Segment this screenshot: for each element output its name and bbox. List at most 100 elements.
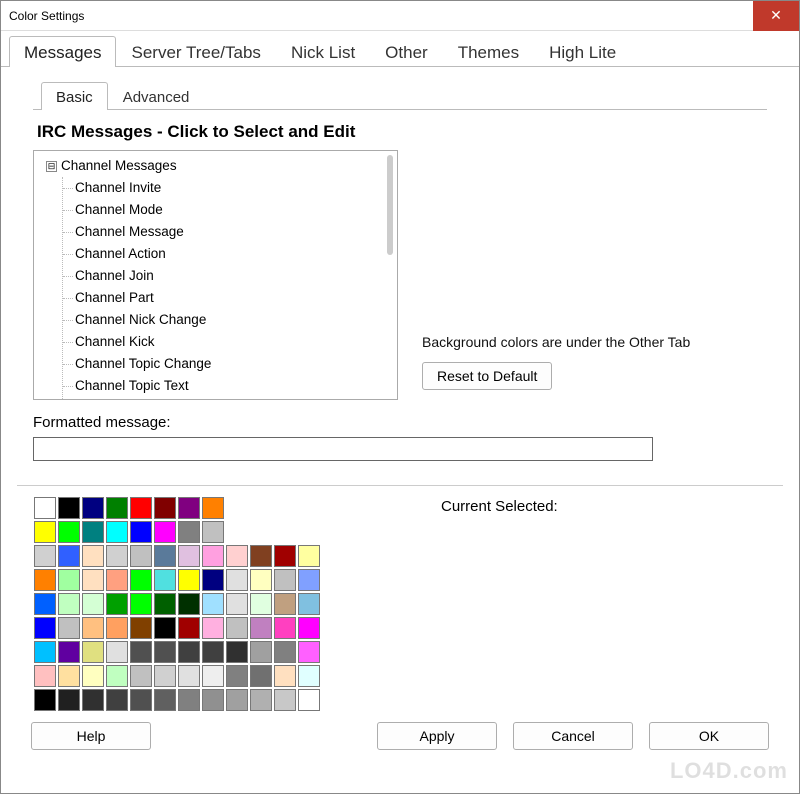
color-swatch[interactable] [34,593,56,615]
color-swatch[interactable] [154,593,176,615]
color-swatch[interactable] [82,665,104,687]
color-swatch[interactable] [82,497,104,519]
color-swatch[interactable] [202,665,224,687]
color-swatch[interactable] [106,521,128,543]
tree-item[interactable]: Channel Kick [75,331,391,353]
tab-messages[interactable]: Messages [9,36,116,67]
color-swatch[interactable] [130,497,152,519]
ok-button[interactable]: OK [649,722,769,750]
tree-item[interactable]: Channel Join [75,265,391,287]
color-swatch[interactable] [58,569,80,591]
tree-item[interactable]: Channel Topic Text [75,375,391,397]
color-swatch[interactable] [274,641,296,663]
color-swatch[interactable] [250,641,272,663]
color-swatch[interactable] [178,521,200,543]
color-swatch[interactable] [250,689,272,711]
color-swatch[interactable] [34,665,56,687]
color-swatch[interactable] [58,617,80,639]
color-swatch[interactable] [298,569,320,591]
color-swatch[interactable] [226,593,248,615]
subtab-advanced[interactable]: Advanced [108,82,205,110]
tree-item[interactable]: Channel Invite [75,177,391,199]
color-swatch[interactable] [106,665,128,687]
color-swatch[interactable] [298,665,320,687]
color-swatch[interactable] [34,617,56,639]
color-swatch[interactable] [154,665,176,687]
color-swatch[interactable] [202,689,224,711]
color-swatch[interactable] [202,569,224,591]
tab-themes[interactable]: Themes [443,36,534,67]
color-swatch[interactable] [58,665,80,687]
color-swatch[interactable] [82,569,104,591]
color-swatch[interactable] [58,641,80,663]
color-swatch[interactable] [178,641,200,663]
color-swatch[interactable] [130,521,152,543]
color-swatch[interactable] [106,569,128,591]
color-swatch[interactable] [274,617,296,639]
color-swatch[interactable] [178,593,200,615]
color-swatch[interactable] [82,641,104,663]
close-button[interactable]: ✕ [753,1,799,31]
color-swatch[interactable] [154,641,176,663]
color-swatch[interactable] [298,641,320,663]
color-swatch[interactable] [130,689,152,711]
color-swatch[interactable] [154,689,176,711]
tab-other[interactable]: Other [370,36,443,67]
color-swatch[interactable] [58,689,80,711]
color-swatch[interactable] [202,593,224,615]
color-swatch[interactable] [298,617,320,639]
color-swatch[interactable] [250,569,272,591]
tree-item[interactable]: Channel Part [75,287,391,309]
color-swatch[interactable] [178,569,200,591]
color-swatch[interactable] [106,617,128,639]
help-button[interactable]: Help [31,722,151,750]
color-swatch[interactable] [298,593,320,615]
color-swatch[interactable] [178,665,200,687]
color-swatch[interactable] [274,689,296,711]
color-swatch[interactable] [226,665,248,687]
tree-item[interactable]: Channel Mode [75,199,391,221]
tab-high-lite[interactable]: High Lite [534,36,631,67]
color-swatch[interactable] [106,689,128,711]
color-swatch[interactable] [82,689,104,711]
message-tree[interactable]: ⊟ Channel Messages Channel InviteChannel… [33,150,398,400]
tree-item[interactable]: Channel Nick Change [75,309,391,331]
tree-item[interactable]: Channel Notice [75,397,391,400]
color-swatch[interactable] [130,641,152,663]
color-swatch[interactable] [58,497,80,519]
collapse-icon[interactable]: ⊟ [46,161,57,172]
color-swatch[interactable] [106,545,128,567]
cancel-button[interactable]: Cancel [513,722,633,750]
scrollbar-thumb[interactable] [387,155,393,255]
color-swatch[interactable] [58,545,80,567]
color-swatch[interactable] [154,497,176,519]
color-swatch[interactable] [202,617,224,639]
color-swatch[interactable] [82,593,104,615]
color-swatch[interactable] [226,689,248,711]
tree-item[interactable]: Channel Action [75,243,391,265]
color-swatch[interactable] [82,545,104,567]
formatted-message-input[interactable] [33,437,653,461]
color-swatch[interactable] [226,545,248,567]
tree-root[interactable]: ⊟ Channel Messages [46,155,391,177]
color-swatch[interactable] [178,545,200,567]
color-swatch[interactable] [106,497,128,519]
color-swatch[interactable] [106,641,128,663]
color-swatch[interactable] [274,665,296,687]
color-swatch[interactable] [202,497,224,519]
color-swatch[interactable] [178,497,200,519]
color-swatch[interactable] [226,569,248,591]
color-swatch[interactable] [274,593,296,615]
color-swatch[interactable] [226,641,248,663]
color-swatch[interactable] [274,545,296,567]
color-swatch[interactable] [34,545,56,567]
color-swatch[interactable] [82,617,104,639]
color-swatch[interactable] [250,593,272,615]
color-swatch[interactable] [298,545,320,567]
color-swatch[interactable] [58,593,80,615]
color-swatch[interactable] [178,689,200,711]
color-swatch[interactable] [130,545,152,567]
color-swatch[interactable] [34,497,56,519]
reset-to-default-button[interactable]: Reset to Default [422,362,552,390]
color-swatch[interactable] [154,545,176,567]
